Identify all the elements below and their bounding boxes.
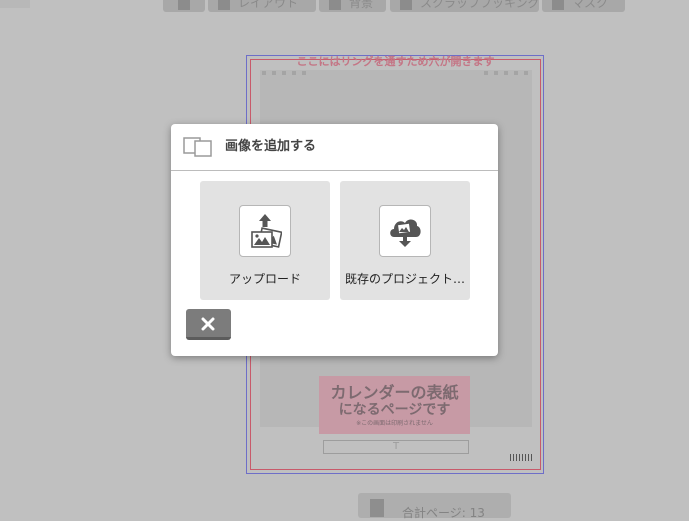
upload-photo-icon [251,214,282,248]
cloud-download-icon [390,219,421,247]
toolbar-label-background: 背景 [349,0,374,10]
upload-label: アップロード [228,272,301,286]
cover-label-line2: になるページです [338,402,451,418]
toolbar: レイアウト 背景 スクラップブッキング マスク [0,0,689,12]
layout-icon [218,0,230,10]
cover-label-line1: カレンダーの表紙 [330,383,459,402]
toolbar-button-background[interactable]: 背景 [319,0,386,12]
page-count-badge: 合計ページ: 13 [358,493,511,520]
existing-project-label: 既存のプロジェクト… [344,272,465,286]
cover-page-label: カレンダーの表紙 になるページです ※この画面は印刷されません [319,376,470,434]
toolbar-label-mask: マスク [572,0,609,10]
dialog-header: 画像を追加する [171,124,498,171]
page-count-label: 合計ページ: [402,506,466,520]
photos-icon [183,137,212,157]
barcode-icon [510,454,534,461]
close-icon [201,317,215,331]
background-icon [329,0,341,10]
upload-option[interactable]: アップロード [200,181,330,300]
ring-notice: ここにはリングを通すため穴が開きます [296,55,495,68]
upload-icon-box [239,205,291,257]
toolbar-label-layout: レイアウト [238,0,299,10]
cover-label-note: ※この画面は印刷されません [356,420,433,427]
toolbar-button-pause[interactable] [163,0,205,12]
toolbar-button-scrapbook[interactable]: スクラップブッキング [390,0,539,12]
add-image-dialog: 画像を追加する アップロード 既存のプロジェクト… [171,124,498,356]
dialog-title: 画像を追加する [225,139,317,154]
pause-icon [178,0,190,10]
toolbar-label-scrapbook: スクラップブッキング [420,0,539,10]
toolbar-button-layout[interactable]: レイアウト [208,0,316,12]
toolbar-button-mask[interactable]: マスク [542,0,625,12]
scrapbook-icon [400,0,412,10]
existing-project-option[interactable]: 既存のプロジェクト… [340,181,470,300]
page-count-value: 13 [469,506,485,520]
existing-icon-box [379,205,431,257]
mask-icon [552,0,564,10]
close-button[interactable] [186,309,231,340]
text-field[interactable]: T [323,440,469,454]
pages-icon [370,499,384,517]
